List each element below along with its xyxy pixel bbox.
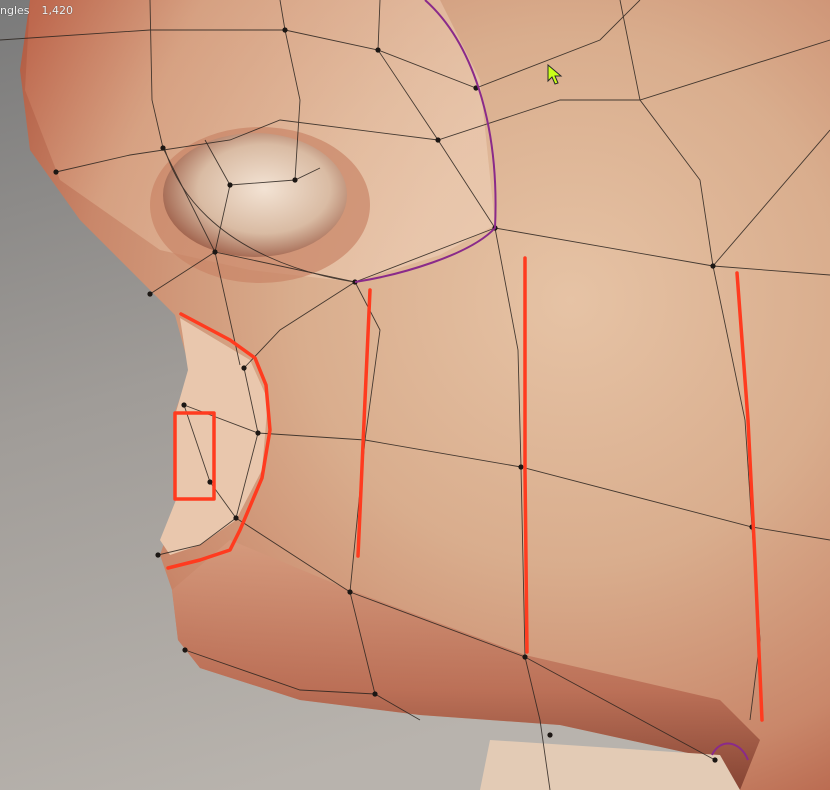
viewport-stats-overlay: ngles 1,420 <box>0 4 73 20</box>
eyeball[interactable] <box>163 133 347 257</box>
annotation-line-2 <box>523 256 529 654</box>
arrow-cursor-icon <box>547 64 563 85</box>
triangle-count-value: 1,420 <box>41 4 74 17</box>
sculpt-mesh-view[interactable] <box>0 0 830 790</box>
3d-viewport[interactable]: ngles 1,420 <box>0 0 830 790</box>
triangle-count-label: ngles <box>0 4 30 17</box>
